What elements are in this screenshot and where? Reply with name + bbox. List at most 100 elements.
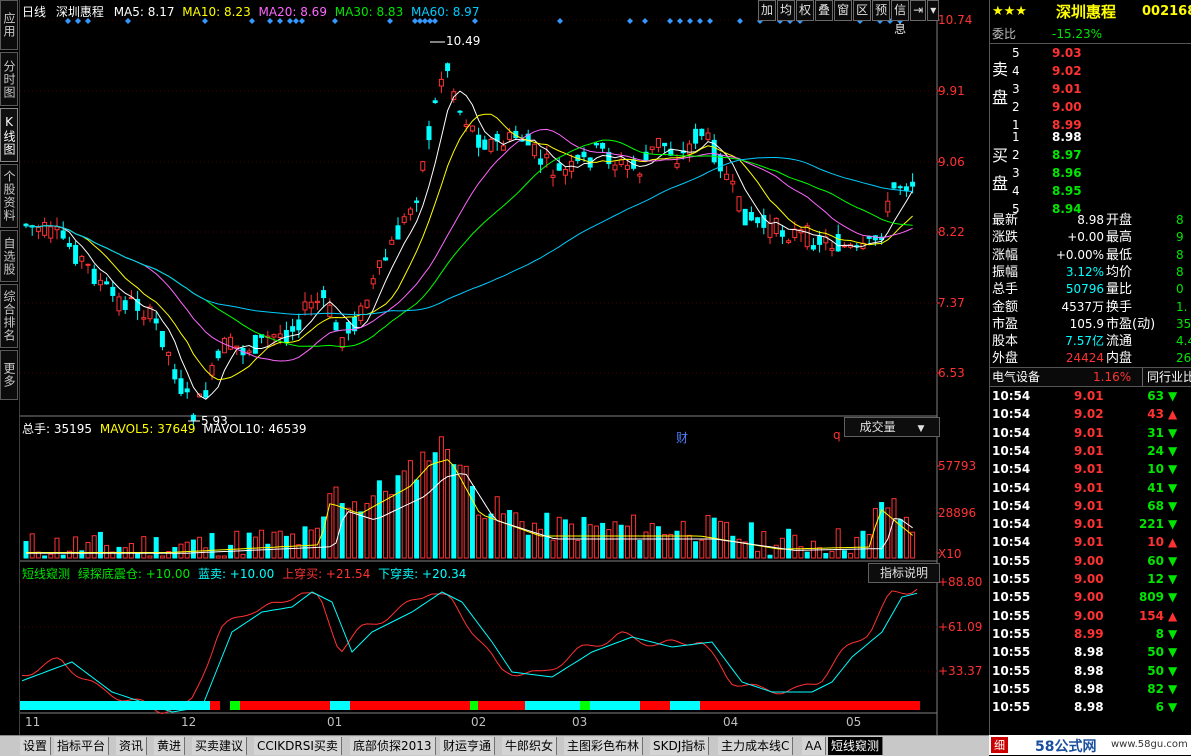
volume-bar	[662, 534, 668, 559]
candle-body	[897, 186, 903, 189]
quote-label-2: 开盘	[1106, 213, 1133, 228]
add-button[interactable]: 加	[758, 0, 777, 21]
candle-body	[699, 128, 705, 137]
tick-price: 9.01	[1074, 480, 1104, 495]
tab-huangjin[interactable]: 黄进	[154, 737, 186, 755]
volume-bar	[283, 535, 289, 559]
info-button[interactable]: 信息	[891, 0, 910, 36]
volume-bar	[395, 475, 401, 559]
volume-bar	[624, 525, 630, 559]
tab-niulang[interactable]: 牛郎织女	[502, 737, 558, 755]
tab-fortune[interactable]: 财运亨通	[440, 737, 496, 755]
finance-marker[interactable]: 财	[676, 429, 688, 446]
buy-level-row[interactable]: 4 8.95	[990, 182, 1191, 200]
candle-body	[308, 301, 314, 309]
tab-settings[interactable]: 设置	[20, 737, 52, 755]
volume-bar	[767, 554, 773, 559]
quote-value-2: 0	[1176, 282, 1184, 297]
volume-bar	[308, 529, 314, 559]
tab-stock-profile[interactable]: 个股资料	[0, 164, 18, 228]
tab-intraday[interactable]: 分时图	[0, 52, 18, 106]
signal-strip-segment	[478, 701, 525, 710]
tab-main-cost[interactable]: 主力成本线C	[718, 737, 794, 755]
preview-button[interactable]: 预	[872, 0, 891, 21]
arrow-down-icon: ▼	[1168, 681, 1178, 696]
collapse-icon[interactable]: ⇥	[910, 0, 927, 21]
candle-body	[141, 317, 147, 320]
detail-button[interactable]: 细	[991, 737, 1008, 753]
volume-bar	[85, 541, 91, 559]
tick-volume: 82	[1147, 681, 1164, 696]
window-button[interactable]: 窗	[834, 0, 853, 21]
volume-bar	[135, 552, 141, 559]
q-marker[interactable]: q	[833, 428, 841, 442]
signal-strip-segment	[525, 701, 580, 710]
candle-body	[550, 174, 556, 178]
overlay-button[interactable]: 叠	[815, 0, 834, 21]
quote-label: 金额	[992, 299, 1019, 315]
peer-compare-button[interactable]: 同行业比	[1142, 368, 1191, 386]
range-button[interactable]: 区	[853, 0, 872, 21]
ma5-value: MA5: 8.17	[113, 5, 175, 19]
tab-ranking[interactable]: 综合排名	[0, 284, 18, 348]
ma60-value: MA60: 8.97	[411, 5, 480, 19]
sell-level-row[interactable]: 3 9.01	[990, 80, 1191, 98]
tab-aa[interactable]: AA	[802, 737, 826, 755]
volume-bar	[618, 524, 624, 559]
candle-body	[116, 296, 122, 312]
industry-row[interactable]: 电气设备 1.16% 同行业比	[990, 367, 1191, 387]
sell-side-text: 卖盘	[992, 60, 1009, 107]
buy-level-number: 3	[1012, 166, 1020, 180]
signal-strip-segment	[240, 701, 330, 710]
tab-more[interactable]: 更多	[0, 350, 18, 400]
candle-body	[110, 286, 116, 296]
news-diamond-icon	[707, 18, 713, 24]
buy-level-row[interactable]: 2 8.97	[990, 146, 1191, 164]
rights-button[interactable]: 权	[796, 0, 815, 21]
tab-skdj[interactable]: SKDJ指标	[650, 737, 710, 755]
sell-level-row[interactable]: 5 9.03	[990, 44, 1191, 62]
volume-bar	[97, 531, 103, 559]
volume-selector[interactable]: 成交量 ▼	[844, 417, 940, 437]
tab-bollinger[interactable]: 主图彩色布林	[564, 737, 644, 755]
signal-strip-segment	[350, 701, 470, 710]
candle-body	[178, 378, 184, 394]
buy-level-row[interactable]: 3 8.96	[990, 164, 1191, 182]
tick-time: 10:54	[992, 480, 1031, 495]
volume-bar	[891, 498, 897, 559]
tab-watchlist[interactable]: 自选股	[0, 230, 18, 282]
sell-level-row[interactable]: 2 9.00	[990, 98, 1191, 116]
average-button[interactable]: 均	[777, 0, 796, 21]
tick-row: 10:54 9.01 63 ▼	[990, 387, 1191, 405]
candle-body	[445, 63, 451, 72]
price-axis-label: 10.74	[938, 13, 973, 27]
tab-kline[interactable]: K线图	[0, 108, 18, 162]
quote-value-2: 9	[1176, 230, 1184, 245]
quote-value: +0.00	[1067, 230, 1104, 245]
ma10-line	[25, 113, 913, 381]
sell-level-price: 9.01	[1052, 82, 1082, 96]
candle-body	[166, 351, 172, 357]
tab-bottom-detective[interactable]: 底部侦探2013	[350, 737, 436, 755]
candle-body	[370, 278, 376, 285]
tab-apps[interactable]: 应用	[0, 0, 18, 50]
quote-label-2: 量比	[1106, 282, 1133, 298]
news-diamond-icon	[737, 18, 743, 24]
tab-trade-advice[interactable]: 买卖建议	[192, 737, 248, 755]
tick-row: 10:55 9.00 154 ▲	[990, 607, 1191, 625]
tab-indicator-platform[interactable]: 指标平台	[54, 737, 110, 755]
date-axis-label: 04	[723, 715, 739, 729]
candle-body	[544, 153, 550, 159]
tab-news[interactable]: 资讯	[116, 737, 148, 755]
volume-bar	[581, 516, 587, 559]
tick-price: 9.00	[1074, 608, 1104, 623]
buy-level-row[interactable]: 1 8.98	[990, 128, 1191, 146]
volume-bar	[606, 529, 612, 559]
mavol10-line	[26, 473, 913, 554]
indicator-help-button[interactable]: 指标说明	[868, 563, 940, 583]
tab-ccikdrsi[interactable]: CCIKDRSI买卖	[254, 737, 342, 755]
sell-level-row[interactable]: 4 9.02	[990, 62, 1191, 80]
tab-short-term[interactable]: 短线窥测	[828, 737, 884, 755]
candle-body	[469, 125, 475, 132]
period-label: 日线	[22, 5, 47, 19]
